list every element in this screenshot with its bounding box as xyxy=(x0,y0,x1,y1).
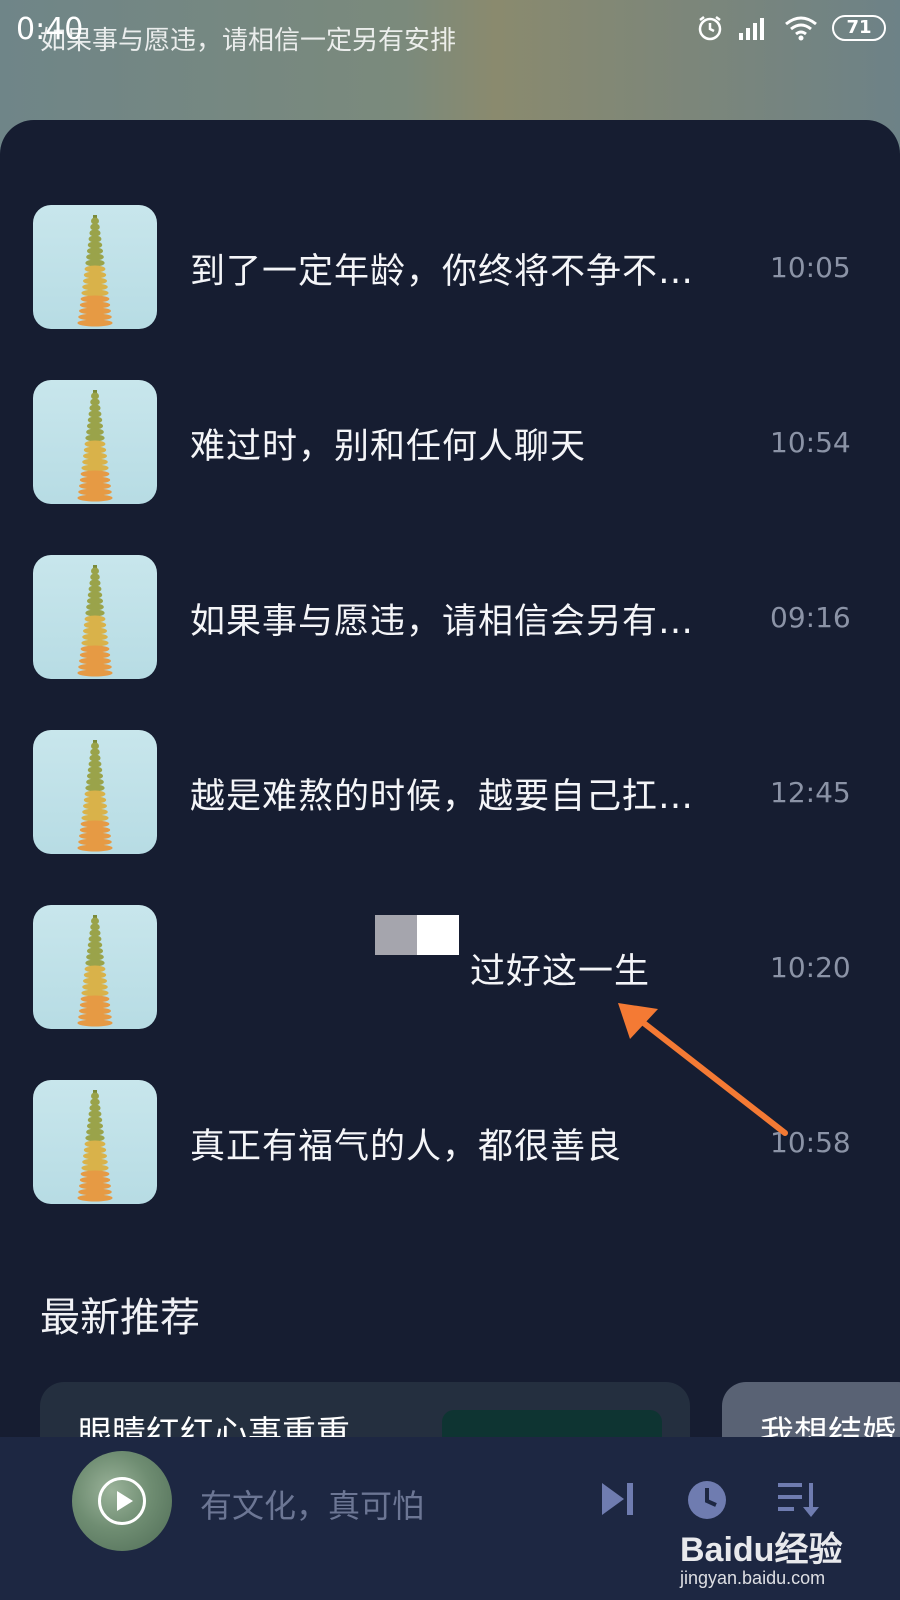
watermark-url: jingyan.baidu.com xyxy=(680,1568,826,1588)
wifi-icon xyxy=(785,16,817,41)
track-title: 越是难熬的时候，越要自己扛… xyxy=(190,777,695,817)
track-title: 难过时，别和任何人聊天 xyxy=(190,427,587,467)
play-icon[interactable] xyxy=(98,1477,146,1525)
track-time: 10:20 xyxy=(770,951,851,984)
watermark: Baidu经验 jingyan.baidu.com xyxy=(680,1480,880,1590)
track-thumbnail xyxy=(33,380,157,504)
list-item[interactable]: 越是难熬的时候，越要自己扛… 12:45 xyxy=(0,730,900,856)
album-disc[interactable] xyxy=(72,1451,172,1551)
section-title: 最新推荐 xyxy=(40,1295,200,1341)
next-icon[interactable] xyxy=(598,1479,638,1519)
status-bar: 如果事与愿违，请相信一定另有安排 0:40 71 xyxy=(0,0,900,70)
redaction-block xyxy=(375,915,417,955)
track-thumbnail xyxy=(33,1080,157,1204)
track-thumbnail xyxy=(33,555,157,679)
list-item[interactable]: 如果事与愿违，请相信会另有… 09:16 xyxy=(0,555,900,681)
track-thumbnail xyxy=(33,905,157,1029)
list-item[interactable]: 难过时，别和任何人聊天 10:54 xyxy=(0,380,900,506)
track-time: 12:45 xyxy=(770,776,851,809)
watermark-logo: Baidu经验 xyxy=(680,1531,843,1569)
player-track-title: 有文化，真可怕 xyxy=(200,1487,425,1525)
track-time: 10:54 xyxy=(770,426,851,459)
now-playing-ticker: 如果事与愿违，请相信一定另有安排 xyxy=(40,26,457,56)
track-time: 09:16 xyxy=(770,601,851,634)
track-title: 过好这一生 xyxy=(470,952,651,992)
signal-icon xyxy=(739,18,764,40)
track-title: 到了一定年龄，你终将不争不… xyxy=(190,252,695,292)
annotation-arrow xyxy=(618,1003,788,1136)
alarm-icon xyxy=(698,16,722,41)
redaction-block xyxy=(417,915,459,955)
status-icons: 71 xyxy=(696,14,886,42)
playlist-sheet xyxy=(0,120,900,1600)
battery-icon: 71 xyxy=(832,15,886,41)
list-item[interactable]: 到了一定年龄，你终将不争不… 10:05 xyxy=(0,205,900,331)
track-time: 10:05 xyxy=(770,251,851,284)
track-thumbnail xyxy=(33,730,157,854)
track-thumbnail xyxy=(33,205,157,329)
track-title: 如果事与愿违，请相信会另有… xyxy=(190,602,695,642)
clock: 0:40 xyxy=(16,12,84,47)
